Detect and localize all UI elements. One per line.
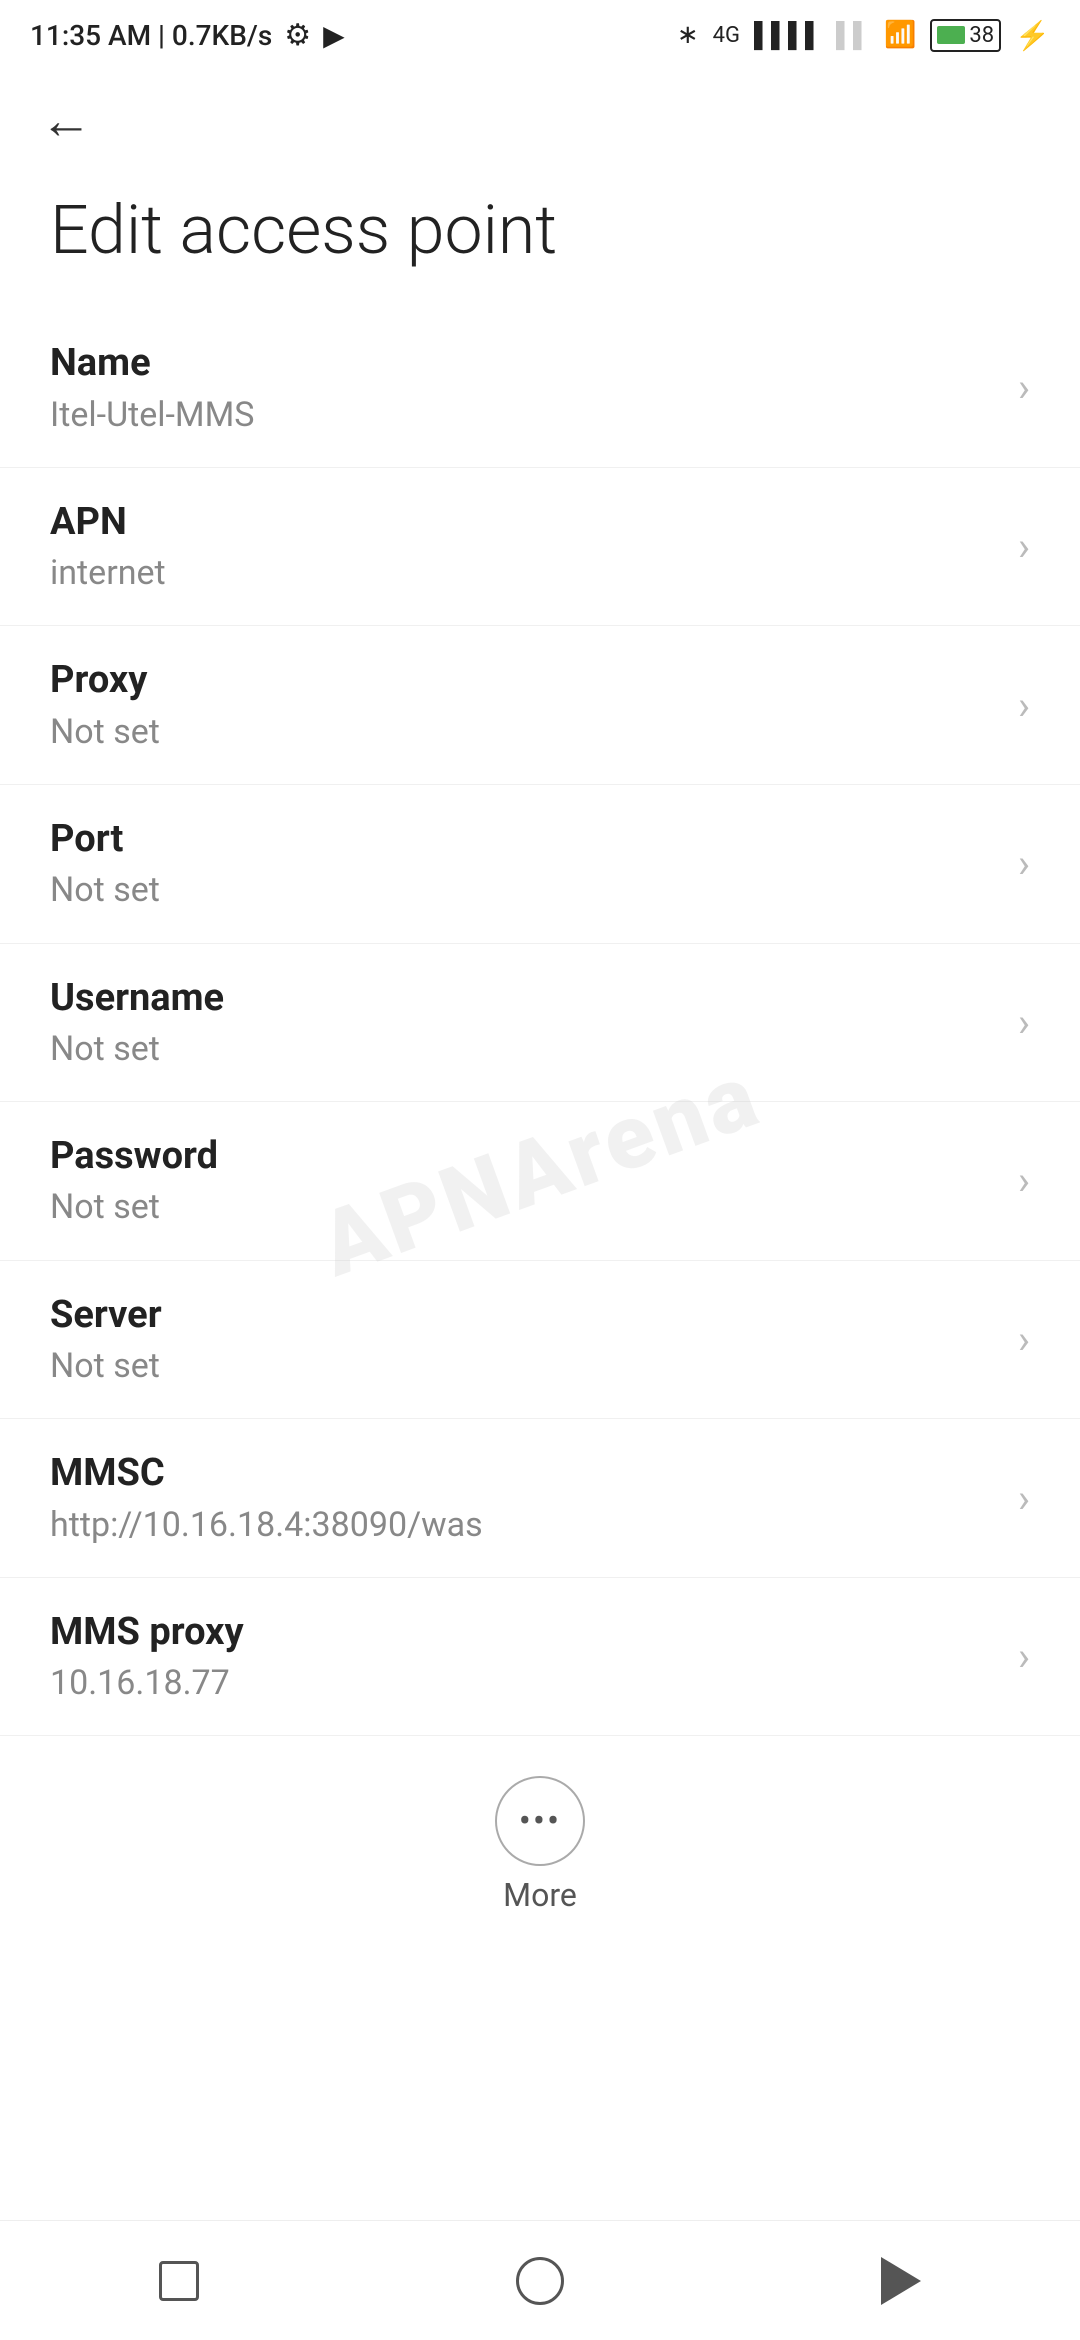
page-title: Edit access point [0,161,1080,309]
item-text: APNinternet [50,498,998,596]
nav-bar [0,2220,1080,2340]
back-button[interactable]: ← [40,90,92,151]
more-button[interactable]: ••• [495,1776,585,1866]
item-label: Server [50,1291,998,1340]
bluetooth-icon: ∗ [677,20,699,50]
item-value: Not set [50,1027,998,1071]
chevron-right-icon: › [1018,523,1030,570]
settings-item[interactable]: MMSC http://10.16.18.4:38090/was › [0,1419,1080,1578]
settings-item[interactable]: MMS proxy10.16.18.77 › [0,1578,1080,1737]
item-label: MMSC [50,1449,998,1498]
chevron-right-icon: › [1018,999,1030,1046]
settings-item[interactable]: PortNot set › [0,785,1080,944]
item-label: MMS proxy [50,1608,998,1657]
item-value: Not set [50,710,998,754]
time-text: 11:35 AM | 0.7KB/s [30,19,272,52]
battery-indicator: 38 [930,19,1001,52]
chevron-right-icon: › [1018,364,1030,411]
item-value: http://10.16.18.4:38090/was [50,1503,998,1547]
item-value: Not set [50,1185,998,1229]
home-button[interactable] [516,2257,564,2305]
recent-button[interactable] [159,2261,199,2301]
item-value: Not set [50,868,998,912]
more-section: ••• More [0,1736,1080,1944]
item-text: UsernameNot set [50,974,998,1072]
back-nav-button[interactable] [881,2257,921,2305]
item-text: PortNot set [50,815,998,913]
item-label: Name [50,339,998,388]
chevron-right-icon: › [1018,840,1030,887]
more-label: More [503,1876,577,1914]
settings-list: Name Itel-Utel-MMS › APNinternet › Proxy Not s… [0,309,1080,1736]
wifi-icon: 📶 [884,20,916,50]
header: ← [0,70,1080,161]
battery-text: 38 [969,23,994,48]
recent-icon [159,2261,199,2301]
charging-icon: ⚡ [1015,19,1050,52]
item-text: PasswordNot set [50,1132,998,1230]
chevron-right-icon: › [1018,1633,1030,1680]
chevron-right-icon: › [1018,1316,1030,1363]
settings-item[interactable]: UsernameNot set › [0,944,1080,1103]
status-time: 11:35 AM | 0.7KB/s ⚙ ▶ [30,18,345,53]
settings-icon: ⚙ [284,18,311,53]
chevron-right-icon: › [1018,1475,1030,1522]
status-icons: ∗ 4G ▌▌▌▌ ▌▌ 📶 38 ⚡ [677,19,1050,52]
status-bar: 11:35 AM | 0.7KB/s ⚙ ▶ ∗ 4G ▌▌▌▌ ▌▌ 📶 38… [0,0,1080,70]
back-nav-icon [881,2257,921,2305]
item-value: Itel-Utel-MMS [50,393,998,437]
item-text: MMS proxy10.16.18.77 [50,1608,998,1706]
item-text: Proxy Not set [50,656,998,754]
settings-item[interactable]: Proxy Not set › [0,626,1080,785]
item-text: ServerNot set [50,1291,998,1389]
video-icon: ▶ [323,19,345,52]
chevron-right-icon: › [1018,1157,1030,1204]
chevron-right-icon: › [1018,682,1030,729]
settings-item[interactable]: Name Itel-Utel-MMS › [0,309,1080,468]
item-label: APN [50,498,998,547]
item-value: 10.16.18.77 [50,1661,998,1705]
signal-bars-icon: ▌▌▌▌ [754,21,822,50]
settings-item[interactable]: PasswordNot set › [0,1102,1080,1261]
item-text: Name Itel-Utel-MMS [50,339,998,437]
settings-item[interactable]: APNinternet › [0,468,1080,627]
item-label: Username [50,974,998,1023]
home-icon [516,2257,564,2305]
item-value: Not set [50,1344,998,1388]
more-dots-icon: ••• [519,1800,561,1842]
signal-4g-icon: 4G [713,23,740,48]
battery-fill [937,26,965,44]
item-value: internet [50,551,998,595]
item-label: Port [50,815,998,864]
signal-bars2-icon: ▌▌ [836,21,870,50]
item-label: Proxy [50,656,998,705]
item-label: Password [50,1132,998,1181]
settings-item[interactable]: ServerNot set › [0,1261,1080,1420]
item-text: MMSC http://10.16.18.4:38090/was [50,1449,998,1547]
